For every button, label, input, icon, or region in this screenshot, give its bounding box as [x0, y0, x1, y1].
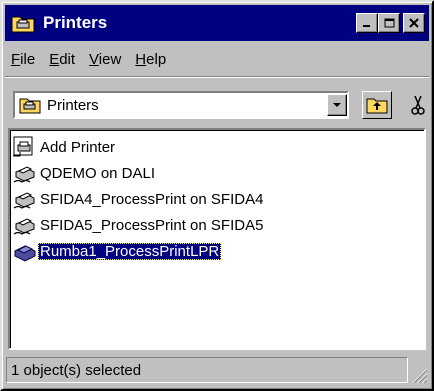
- resize-grip-icon[interactable]: [410, 366, 428, 384]
- list-item[interactable]: Rumba1_ProcessPrintLPR: [12, 238, 424, 264]
- menu-help-rest: elp: [146, 50, 167, 68]
- list-item[interactable]: Add Printer: [12, 134, 424, 160]
- window-title: Printers: [43, 13, 108, 32]
- address-dropdown-button[interactable]: [327, 94, 347, 116]
- printer-list[interactable]: Add Printer QDEMO on DALI SFIDA4_Process…: [8, 128, 426, 350]
- chevron-down-icon: [333, 103, 341, 107]
- close-icon: [409, 18, 419, 28]
- address-combo[interactable]: Printers: [13, 91, 349, 119]
- menu-bar: File Edit View Help: [5, 44, 429, 74]
- menu-edit[interactable]: Edit: [49, 51, 75, 68]
- menu-view-accel: V: [89, 50, 99, 68]
- toolbar: Printers: [5, 76, 429, 126]
- printers-folder-icon: [11, 16, 35, 33]
- printer-icon: [14, 245, 36, 262]
- item-label: QDEMO on DALI: [40, 164, 156, 182]
- status-bar: 1 object(s) selected: [6, 356, 428, 384]
- menu-help-accel: H: [135, 50, 147, 68]
- maximize-button[interactable]: [378, 13, 400, 33]
- list-item[interactable]: QDEMO on DALI: [12, 160, 424, 186]
- menu-file[interactable]: File: [11, 51, 35, 68]
- menu-file-rest: ile: [20, 50, 36, 68]
- cut-button[interactable]: [405, 91, 431, 119]
- maximize-icon: [384, 18, 394, 28]
- item-label: SFIDA5_ProcessPrint on SFIDA5: [40, 216, 264, 234]
- printers-window: Printers File Edit View Help Printers Ad…: [0, 0, 434, 391]
- minimize-icon: [363, 25, 370, 27]
- address-value: Printers: [47, 96, 99, 114]
- printers-folder-icon: [19, 98, 41, 114]
- item-label: SFIDA4_ProcessPrint on SFIDA4: [40, 190, 264, 208]
- menu-file-accel: F: [11, 50, 21, 68]
- status-text: 1 object(s) selected: [6, 357, 408, 383]
- menu-edit-rest: dit: [59, 50, 76, 68]
- menu-help[interactable]: Help: [135, 51, 166, 68]
- menu-view-rest: iew: [98, 50, 122, 68]
- list-item[interactable]: SFIDA4_ProcessPrint on SFIDA4: [12, 186, 424, 212]
- network-printer-icon: [13, 218, 35, 235]
- up-folder-icon: [366, 98, 388, 114]
- scissors-icon: [411, 95, 425, 115]
- title-bar[interactable]: Printers: [5, 5, 429, 41]
- item-label: Rumba1_ProcessPrintLPR: [38, 242, 222, 260]
- item-label: Add Printer: [40, 138, 116, 156]
- menu-edit-accel: E: [49, 50, 60, 68]
- minimize-button[interactable]: [356, 13, 378, 33]
- network-printer-icon: [13, 192, 35, 209]
- close-button[interactable]: [403, 13, 425, 33]
- menu-view[interactable]: View: [89, 51, 121, 68]
- up-one-level-button[interactable]: [362, 91, 392, 119]
- list-item[interactable]: SFIDA5_ProcessPrint on SFIDA5: [12, 212, 424, 238]
- network-printer-icon: [13, 166, 35, 183]
- add-printer-icon: [13, 136, 33, 157]
